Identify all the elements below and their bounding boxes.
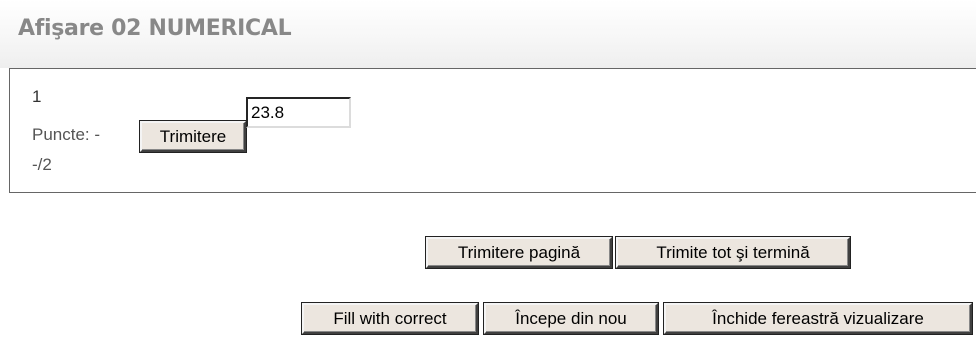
close-preview-button[interactable]: Închide fereastră vizualizare [664, 303, 972, 334]
question-grade-label: Puncte: - [32, 125, 101, 144]
submit-all-finish-button[interactable]: Trimite tot şi termină [616, 237, 850, 268]
question-grade-max: -/2 [32, 155, 52, 174]
page-title: Afişare 02 NUMERICAL [18, 16, 292, 41]
start-again-button[interactable]: Începe din nou [484, 303, 658, 334]
fill-with-correct-button[interactable]: Fill with correct [302, 303, 478, 334]
submit-page-button[interactable]: Trimitere pagină [426, 237, 612, 268]
question-number: 1 [32, 87, 42, 106]
question-submit-button[interactable]: Trimitere [140, 121, 246, 152]
quiz-preview-page: Afişare 02 NUMERICAL 1 Puncte: - -/2 Tri… [0, 0, 976, 342]
answer-input[interactable] [246, 97, 351, 128]
